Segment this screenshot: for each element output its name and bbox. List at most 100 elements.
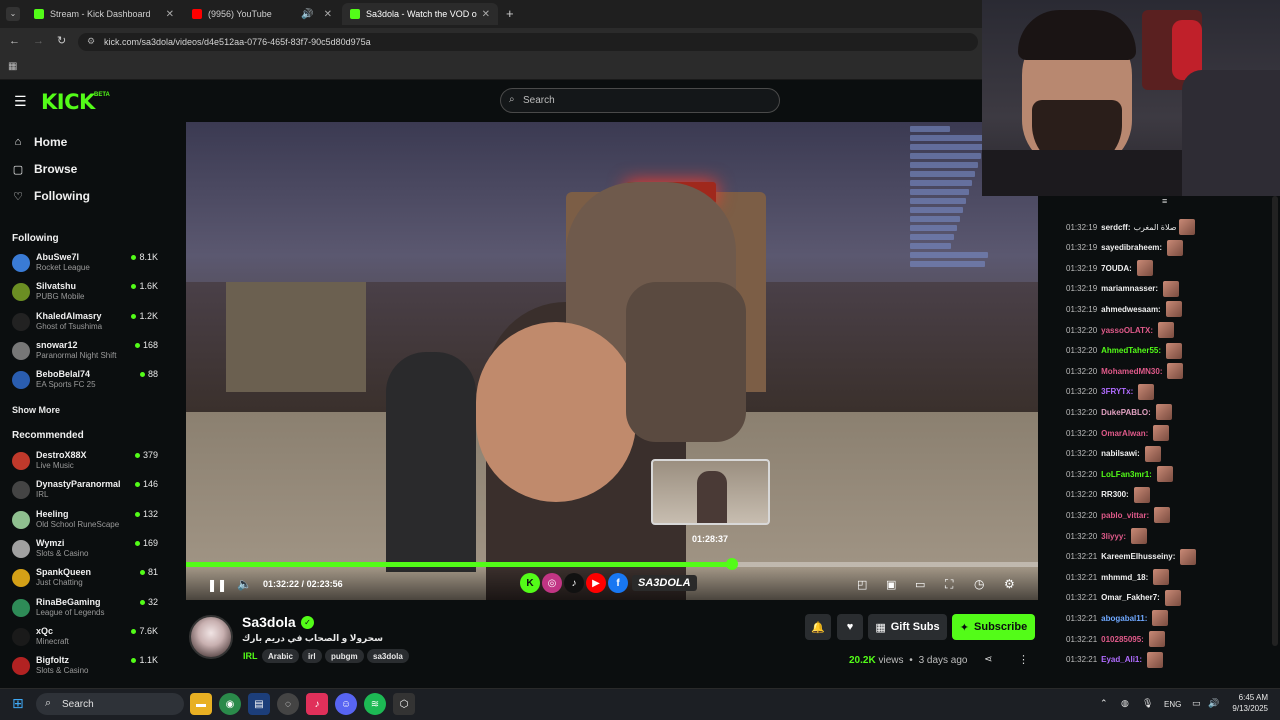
sidebar-item-home[interactable]: ⌂ Home [12,135,68,149]
chat-username[interactable]: LoLFan3mr1: [1101,470,1152,479]
chat-username[interactable]: pablo_vittar: [1101,511,1149,520]
chat-username[interactable]: abogabal11: [1101,614,1147,623]
taskbar-search[interactable]: ⌕ Search [36,693,184,715]
speaker-icon[interactable]: 🔊 [301,9,313,20]
clip-icon[interactable]: ▣ [886,578,896,591]
chat-text: صلاة المغرب [1133,222,1177,232]
channel-list-item[interactable]: BeboBelal74 EA Sports FC 25 88 [12,367,162,393]
channel-avatar[interactable] [189,615,233,659]
theater-mode-icon[interactable]: ▭ [915,578,925,591]
close-icon[interactable]: ✕ [166,9,174,20]
kick-logo[interactable]: KICK [41,90,95,114]
chat-username[interactable]: nabilsawi: [1101,449,1140,458]
channel-list-item[interactable]: Silvatshu PUBG Mobile 1.6K [12,279,162,305]
chat-username[interactable]: OmarAlwan: [1101,429,1148,438]
more-options-icon[interactable]: ⋮ [1018,653,1029,666]
menu-icon[interactable]: ☰ [14,93,27,110]
tag-pill[interactable]: sa3dola [367,649,409,663]
new-tab-icon[interactable]: + [506,6,514,21]
back-icon[interactable]: ← [9,35,20,47]
tab-list-icon[interactable]: ⌄ [6,7,20,21]
tab-sa3dola-vod[interactable]: Sa3dola - Watch the VOD o ✕ [342,3,498,25]
chat-username[interactable]: 7OUDA: [1101,264,1132,273]
file-explorer-icon[interactable]: ▬ [190,693,212,715]
channel-list-item[interactable]: KhaledAlmasry Ghost of Tsushima 1.2K [12,309,162,335]
category-link[interactable]: IRL [243,651,258,661]
chat-username[interactable]: 3FRYTx: [1101,387,1133,396]
chat-username[interactable]: Eyad_Ali1: [1101,655,1142,664]
channel-list-item[interactable]: DestroX88X Live Music 379 [12,448,162,474]
chat-username[interactable]: 3liyyy: [1101,532,1126,541]
progress-bar[interactable] [186,558,1038,570]
windows-start-icon[interactable]: ⊞ [12,695,24,712]
app-icon[interactable]: ◌ [277,693,299,715]
playback-speed-icon[interactable]: ◷ [974,577,984,591]
site-info-icon[interactable]: ⚙ [87,36,95,47]
chat-username[interactable]: 010285095: [1101,635,1144,644]
tiktok-icon[interactable]: ♪ [306,693,328,715]
channel-name: BeboBelal74 [36,369,91,380]
channel-list-item[interactable]: Heeling Old School RuneScape 132 [12,507,162,533]
tag-pill[interactable]: Arabic [262,649,299,663]
tab-youtube[interactable]: (9956) YouTube 🔊 ✕ [184,3,340,25]
sidebar-item-following[interactable]: ♡ Following [12,189,90,203]
channel-list-item[interactable]: Bigfoltz Slots & Casino 1.1K [12,653,162,679]
pause-icon[interactable]: ❚❚ [207,578,227,592]
follow-heart-button[interactable]: ♥ [837,614,863,640]
chat-username[interactable]: MohamedMN30: [1101,367,1162,376]
channel-list-item[interactable]: DynastyParanormal IRL 146 [12,477,162,503]
chat-username[interactable]: ahmedwesaam: [1101,305,1161,314]
chat-username[interactable]: RR300: [1101,490,1129,499]
system-clock[interactable]: 6:45 AM 9/13/2025 [1222,692,1268,714]
miniplayer-icon[interactable]: ◰ [857,578,867,591]
show-more-button[interactable]: Show More [12,405,60,415]
spotify-icon[interactable]: ≋ [364,693,386,715]
chat-scrollbar[interactable] [1272,196,1278,646]
discord-icon[interactable]: ☺ [335,693,357,715]
channel-list-item[interactable]: AbuSwe7l Rocket League 8.1K [12,250,162,276]
forward-icon[interactable]: → [33,35,44,47]
tag-pill[interactable]: irl [302,649,322,663]
search-input[interactable]: ⌕ Search [500,88,780,113]
tray-chevron-icon[interactable]: ⌃ [1100,698,1108,709]
chat-username[interactable]: DukePABLO: [1101,408,1151,417]
chat-filter-icon[interactable]: ≡ [1162,196,1167,206]
url-bar[interactable]: ⚙ kick.com/sa3dola/videos/d4e512aa-0776-… [78,33,978,51]
sidebar-item-browse[interactable]: ▢ Browse [12,162,78,176]
channel-name[interactable]: Sa3dola [242,614,296,630]
chat-username[interactable]: mhmmd_18: [1101,573,1148,582]
reload-icon[interactable]: ↻ [57,34,66,47]
close-icon[interactable]: ✕ [324,9,332,20]
chat-username[interactable]: AhmedTaher55: [1101,346,1161,355]
apps-grid-icon[interactable]: ▦ [8,61,17,72]
tray-app-icon[interactable]: ◍ [1121,698,1129,709]
microphone-icon[interactable]: 🎙 [1142,698,1153,709]
notification-bell-button[interactable]: 🔔 [805,614,831,640]
channel-list-item[interactable]: Wymzi Slots & Casino 169 [12,536,162,562]
channel-list-item[interactable]: xQc Minecraft 7.6K [12,624,162,650]
channel-list-item[interactable]: SpankQueen Just Chatting 81 [12,565,162,591]
chat-username[interactable]: mariamnasser: [1101,284,1158,293]
channel-list-item[interactable]: RinaBeGaming League of Legends 32 [12,595,162,621]
app-icon[interactable]: ▤ [248,693,270,715]
settings-gear-icon[interactable]: ⚙ [1004,577,1015,591]
app-icon[interactable]: ⬡ [393,693,415,715]
network-icon[interactable]: ▭ [1192,698,1201,709]
chat-username[interactable]: yassoOLATX: [1101,326,1153,335]
language-indicator[interactable]: ENG [1164,700,1181,709]
chat-username[interactable]: KareemElhusseiny: [1101,552,1175,561]
fullscreen-icon[interactable]: ⛶ [945,577,953,592]
volume-icon[interactable]: 🔊 [1208,698,1219,709]
chrome-icon[interactable]: ◉ [219,693,241,715]
close-icon[interactable]: ✕ [482,9,490,20]
share-icon[interactable]: ⋖ [984,654,992,665]
chat-username[interactable]: sayedibraheem: [1101,243,1162,252]
volume-icon[interactable]: 🔈 [237,577,252,591]
tag-pill[interactable]: pubgm [325,649,364,663]
tab-kick-dashboard[interactable]: Stream - Kick Dashboard ✕ [26,3,182,25]
channel-list-item[interactable]: snowar12 Paranormal Night Shift 168 [12,338,162,364]
chat-username[interactable]: serdcff: [1101,223,1130,232]
subscribe-button[interactable]: ✦ Subscribe [952,614,1035,640]
chat-username[interactable]: Omar_Fakher7: [1101,593,1160,602]
gift-subs-button[interactable]: ▦ Gift Subs [868,614,947,640]
